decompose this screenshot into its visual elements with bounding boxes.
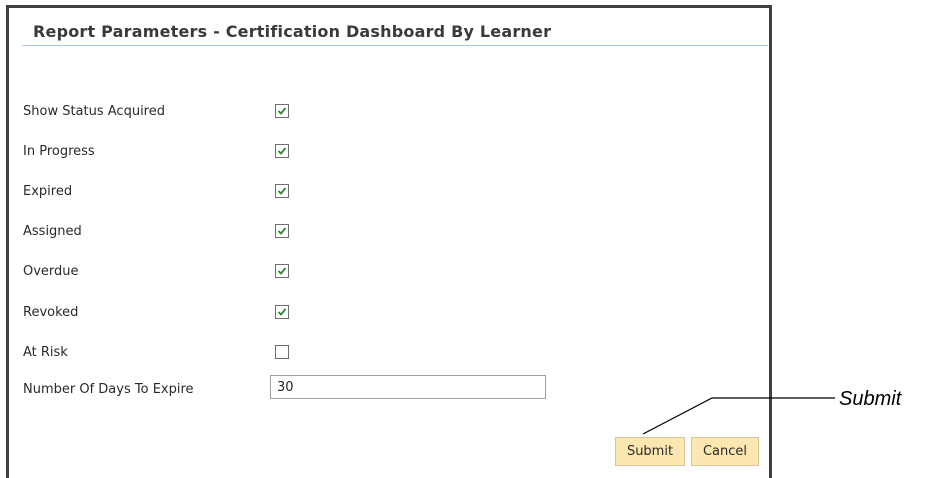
callout-submit-label: Submit: [839, 388, 902, 410]
callout-leader-line: [642, 397, 835, 435]
